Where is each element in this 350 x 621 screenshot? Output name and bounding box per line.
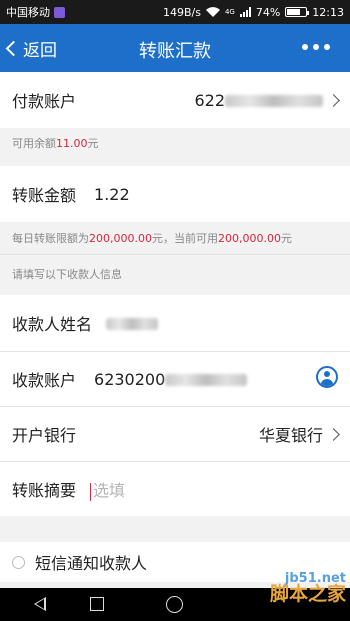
status-bar: 中国移动 149B/s 4G 74% 12:13	[0, 0, 350, 24]
page-title: 转账汇款	[139, 41, 211, 62]
chevron-right-icon	[327, 93, 340, 107]
battery-percent: 74%	[255, 5, 281, 19]
bank-value: 华夏银行	[258, 426, 323, 445]
carrier-name: 中国移动	[6, 6, 50, 19]
available-limit: 200,000.00	[217, 231, 281, 245]
sms-notify-radio[interactable]	[12, 555, 25, 569]
contact-picker-button[interactable]	[316, 366, 338, 392]
balance-amount: 11.00	[56, 136, 88, 150]
bank-label: 开户银行	[12, 426, 77, 445]
notification-app-icon	[54, 6, 65, 18]
payer-account-number: 622	[194, 90, 225, 110]
network-type: 4G	[224, 8, 235, 16]
payee-account-input[interactable]: 6230200	[94, 369, 248, 389]
payee-account-label: 收款账户	[12, 371, 77, 390]
payee-name-label: 收款人姓名	[12, 315, 93, 334]
redacted-account-digits	[225, 95, 323, 107]
memo-placeholder: 选填	[93, 481, 126, 500]
payee-account-number: 6230200	[94, 369, 166, 389]
memo-input[interactable]: 选填	[90, 477, 125, 501]
system-back-icon[interactable]	[34, 597, 46, 611]
sms-notify-label: 短信通知收款人	[35, 554, 148, 573]
battery-icon	[285, 7, 310, 17]
payee-name-input[interactable]	[106, 314, 159, 333]
home-icon[interactable]	[166, 596, 183, 613]
limit-text-1: 每日转账限额为	[12, 232, 89, 245]
amount-input[interactable]: 1.22	[94, 185, 130, 204]
payer-account-row[interactable]: 付款账户 622	[0, 72, 350, 128]
more-dot-icon	[313, 44, 319, 50]
more-menu-button[interactable]	[302, 44, 330, 50]
memo-label: 转账摘要	[12, 481, 77, 500]
redacted-account-digits	[165, 374, 248, 386]
balance-note: 可用余额 11.00 元	[0, 128, 350, 158]
wifi-icon	[205, 7, 220, 17]
signal-icon	[239, 7, 251, 17]
more-dot-icon	[324, 44, 330, 50]
amount-row: 转账金额 1.22	[0, 166, 350, 222]
redacted-payee-name	[106, 318, 159, 330]
status-right: 149B/s 4G 74% 12:13	[163, 6, 344, 19]
network-speed: 149B/s	[162, 5, 201, 19]
more-dot-icon	[302, 44, 308, 50]
bank-row[interactable]: 开户银行 华夏银行	[0, 407, 350, 461]
payer-account-label: 付款账户	[12, 92, 77, 111]
balance-suffix: 元	[87, 137, 99, 150]
clock: 12:13	[312, 5, 344, 19]
amount-label: 转账金额	[12, 186, 77, 205]
watermark: jb51.net 脚本之家	[270, 572, 346, 604]
limit-text-2: 元，当前可用	[151, 232, 218, 245]
payer-account-value: 622	[194, 91, 323, 110]
limit-text-3: 元	[280, 232, 292, 245]
carrier: 中国移动	[6, 4, 65, 20]
payee-account-row: 收款账户 6230200	[0, 352, 350, 406]
person-icon	[316, 366, 338, 388]
payee-section-hint: 请填写以下收款人信息	[0, 255, 350, 293]
watermark-name: 脚本之家	[269, 583, 346, 605]
payee-name-row: 收款人姓名	[0, 295, 350, 351]
balance-prefix: 可用余额	[12, 137, 56, 150]
nav-bar: 返回 转账汇款	[0, 24, 350, 72]
daily-limit: 200,000.00	[89, 231, 152, 245]
chevron-right-icon	[327, 427, 340, 441]
recent-apps-icon[interactable]	[90, 597, 104, 611]
memo-row: 转账摘要 选填	[0, 462, 350, 516]
limit-note: 每日转账限额为 200,000.00 元，当前可用 200,000.00 元	[0, 222, 350, 254]
text-cursor	[90, 482, 92, 501]
